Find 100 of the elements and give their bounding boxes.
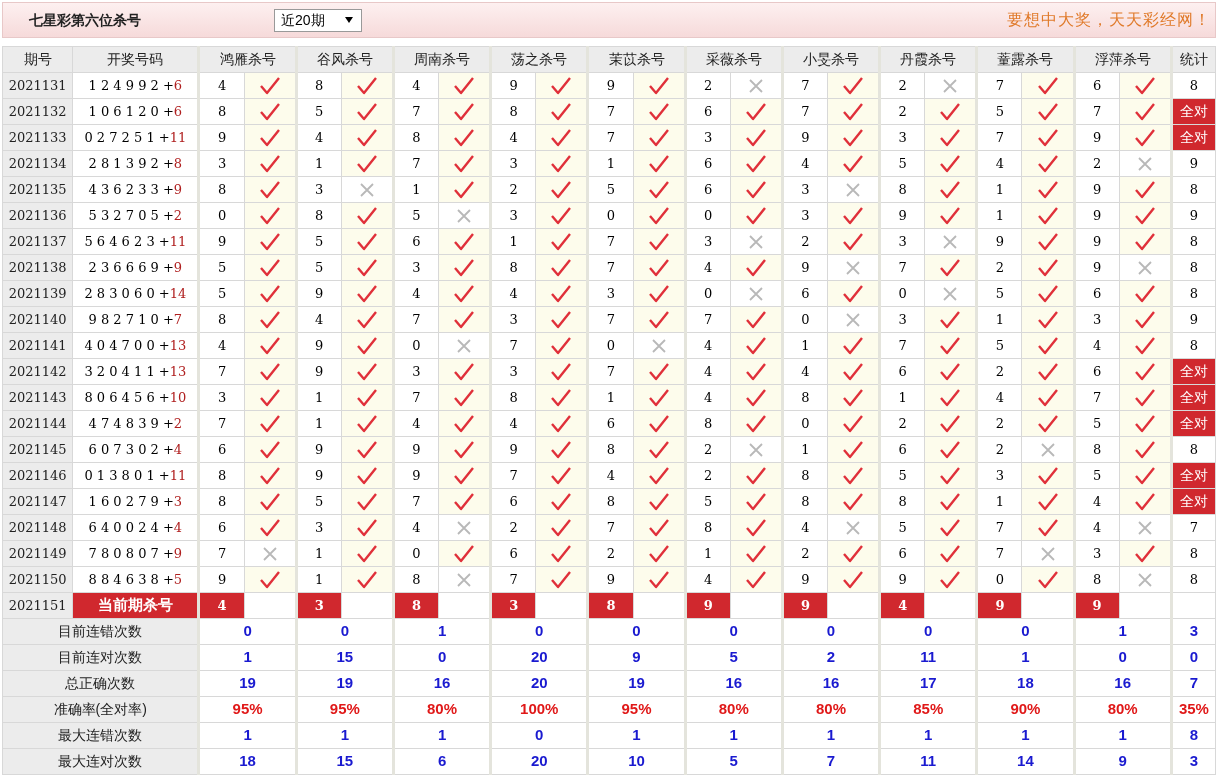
table-cell: 3: [198, 384, 245, 411]
table-cell: 6: [685, 98, 731, 125]
stat-value: 9: [587, 644, 686, 671]
current-kill-label: 当前期杀号: [72, 592, 199, 619]
draw-numbers: 9 8 2 7 1 0 +7: [72, 306, 199, 333]
stat-value: 80%: [685, 696, 783, 723]
table-cell: 9: [296, 280, 342, 307]
draw-numbers: 0 1 3 8 0 1 +11: [72, 462, 199, 489]
table-cell: 7: [587, 228, 633, 255]
table-cell: 7: [587, 358, 633, 385]
table-cell: 6: [393, 228, 439, 255]
table-cell: 1: [685, 540, 731, 567]
stat-label: 目前连错次数: [2, 618, 199, 645]
draw-numbers: 6 0 7 3 0 2 +4: [72, 436, 199, 463]
table-cell: 8: [393, 124, 439, 151]
draw-numbers: 3 2 0 4 1 1 +13: [72, 358, 199, 385]
table-cell: 8: [1171, 436, 1216, 463]
period-cell: 2021138: [2, 254, 73, 281]
column-header: 浮萍杀号: [1074, 46, 1172, 73]
table-cell: 2: [490, 514, 536, 541]
table-cell: 7: [393, 150, 439, 177]
draw-numbers: 4 0 4 7 0 0 +13: [72, 332, 199, 359]
table-cell: 8: [198, 462, 245, 489]
period-cell: 2021135: [2, 176, 73, 203]
period-select[interactable]: 近20期: [274, 8, 362, 32]
table-cell: 3: [879, 124, 925, 151]
period-cell: 2021150: [2, 566, 73, 593]
table-cell: 8: [587, 436, 633, 463]
table-cell: 6: [782, 280, 828, 307]
table-cell: 4: [393, 514, 439, 541]
stat-value: 16: [782, 670, 880, 697]
table-cell: 6: [1074, 358, 1120, 385]
stat-value: 95%: [587, 696, 686, 723]
table-cell: 9: [782, 566, 828, 593]
period-cell: 2021133: [2, 124, 73, 151]
table-cell: 9: [782, 254, 828, 281]
table-cell: 5: [685, 488, 731, 515]
table-cell: 8: [1171, 228, 1216, 255]
table-cell: 7: [393, 384, 439, 411]
draw-numbers: 1 2 4 9 9 2 +6: [72, 72, 199, 99]
table-cell: 7: [393, 98, 439, 125]
table-cell: 6: [685, 176, 731, 203]
table-cell: 9: [198, 228, 245, 255]
stat-value: 7: [1171, 670, 1216, 697]
table-cell: 2: [976, 254, 1022, 281]
table-cell: 3: [490, 358, 536, 385]
table-cell: 4: [393, 410, 439, 437]
stat-value: 18: [976, 670, 1075, 697]
table-cell: 7: [976, 514, 1022, 541]
draw-numbers: 6 4 0 0 2 4 +4: [72, 514, 199, 541]
table-cell: 5: [976, 98, 1022, 125]
stat-value: 0: [685, 618, 783, 645]
table-cell: 7: [782, 72, 828, 99]
table-cell: 1: [296, 566, 342, 593]
table-cell: 8: [1171, 280, 1216, 307]
stat-value: 0: [490, 618, 588, 645]
draw-numbers: 5 3 2 7 0 5 +2: [72, 202, 199, 229]
column-header: 鸿雁杀号: [198, 46, 297, 73]
table-cell: 5: [976, 280, 1022, 307]
stat-value: 85%: [879, 696, 977, 723]
table-cell: 5: [1074, 410, 1120, 437]
table-cell: 6: [587, 410, 633, 437]
table-cell: 9: [296, 332, 342, 359]
table-cell: 6: [490, 540, 536, 567]
stat-label: 准确率(全对率): [2, 696, 199, 723]
draw-numbers: 4 7 4 8 3 9 +2: [72, 410, 199, 437]
period-cell: 2021132: [2, 98, 73, 125]
stat-value: 0: [782, 618, 880, 645]
table-cell: 1: [587, 150, 633, 177]
table-cell: 1: [976, 176, 1022, 203]
period-cell: 2021147: [2, 488, 73, 515]
table-cell: 9: [198, 566, 245, 593]
column-header: 丹霞杀号: [879, 46, 977, 73]
table-cell: 8: [1171, 254, 1216, 281]
table-cell: 4: [393, 72, 439, 99]
table-cell: 1: [976, 202, 1022, 229]
stat-value: 0: [198, 618, 297, 645]
table-cell: 0: [685, 280, 731, 307]
stat-value: 0: [976, 618, 1075, 645]
stat-value: 80%: [393, 696, 491, 723]
table-cell: 6: [879, 540, 925, 567]
table-cell: 9: [1171, 306, 1216, 333]
table-cell: 8: [490, 384, 536, 411]
table-cell: 5: [879, 150, 925, 177]
table-cell: 9: [296, 358, 342, 385]
stat-value: 3: [1171, 748, 1216, 775]
table-cell: 7: [490, 462, 536, 489]
table-cell: 2: [976, 410, 1022, 437]
stat-label: 总正确次数: [2, 670, 199, 697]
table-cell: 8: [1171, 176, 1216, 203]
slogan-text: 要想中大奖，天天彩经网！: [1007, 10, 1211, 30]
column-header: 荡之杀号: [490, 46, 588, 73]
stat-value: 95%: [296, 696, 394, 723]
table-cell: 7: [490, 566, 536, 593]
table-cell: 1: [587, 384, 633, 411]
table-cell: 2: [879, 98, 925, 125]
stat-label: 最大连对次数: [2, 748, 199, 775]
table-cell: 3: [198, 150, 245, 177]
draw-numbers: 2 8 1 3 9 2 +8: [72, 150, 199, 177]
period-cell: 2021143: [2, 384, 73, 411]
